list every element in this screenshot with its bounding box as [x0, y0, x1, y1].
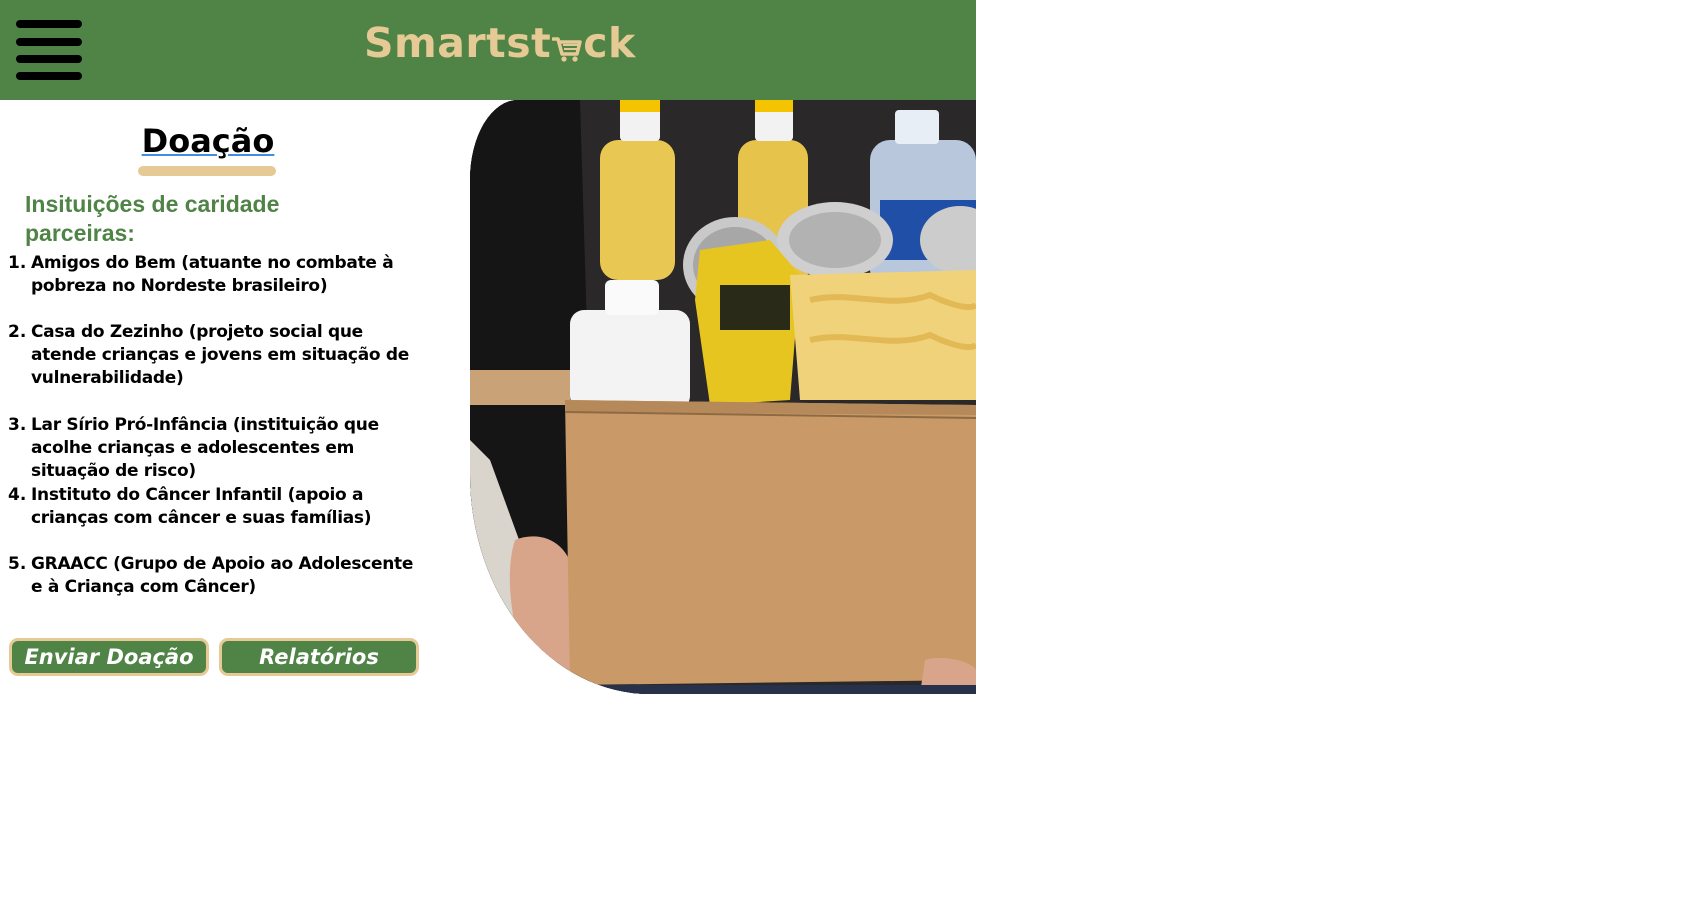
menu-bar: [16, 38, 82, 46]
list-item-number: 5.: [8, 554, 27, 574]
list-item: 3. Lar Sírio Pró-Infância (instituição q…: [8, 414, 428, 483]
list-item-number: 3.: [8, 415, 27, 435]
smartstock-logo[interactable]: Smartst ck: [364, 18, 636, 68]
menu-bar: [16, 55, 82, 63]
list-item-number: 1.: [8, 253, 27, 273]
list-item-number: 4.: [8, 485, 27, 505]
donation-box-photo: [470, 100, 976, 694]
page-title: Doação: [141, 122, 275, 160]
reports-button[interactable]: Relatórios: [219, 638, 419, 676]
list-item-text: Casa do Zezinho (projeto social que aten…: [31, 322, 409, 388]
logo-text-end: ck: [583, 18, 636, 67]
top-header: Smartst ck: [0, 0, 976, 100]
partner-charities-heading: Insituições de caridade parceiras:: [25, 191, 280, 246]
list-item: 4. Instituto do Câncer Infantil (apoio a…: [8, 484, 428, 530]
title-underline-bar: [138, 166, 276, 176]
menu-bar: [16, 20, 82, 28]
list-item-text: Amigos do Bem (atuante no combate à pobr…: [31, 253, 394, 296]
send-donation-button[interactable]: Enviar Doação: [9, 638, 209, 676]
list-item-number: 2.: [8, 322, 27, 342]
list-item-text: Instituto do Câncer Infantil (apoio a cr…: [31, 485, 372, 528]
list-item: 1. Amigos do Bem (atuante no combate à p…: [8, 252, 428, 298]
hamburger-menu-icon[interactable]: [14, 18, 82, 82]
menu-bar: [16, 72, 82, 80]
app-window: Smartst ck Doação Insituições de caridad…: [0, 0, 976, 694]
shopping-cart-icon: [551, 30, 582, 64]
list-item: 2. Casa do Zezinho (projeto social que a…: [8, 321, 428, 390]
list-item-text: Lar Sírio Pró-Infância (instituição que …: [31, 415, 379, 481]
list-item: 5. GRAACC (Grupo de Apoio ao Adolescente…: [8, 553, 428, 599]
logo-text-start: Smartst: [364, 18, 552, 67]
list-item-text: GRAACC (Grupo de Apoio ao Adolescente e …: [31, 554, 414, 597]
